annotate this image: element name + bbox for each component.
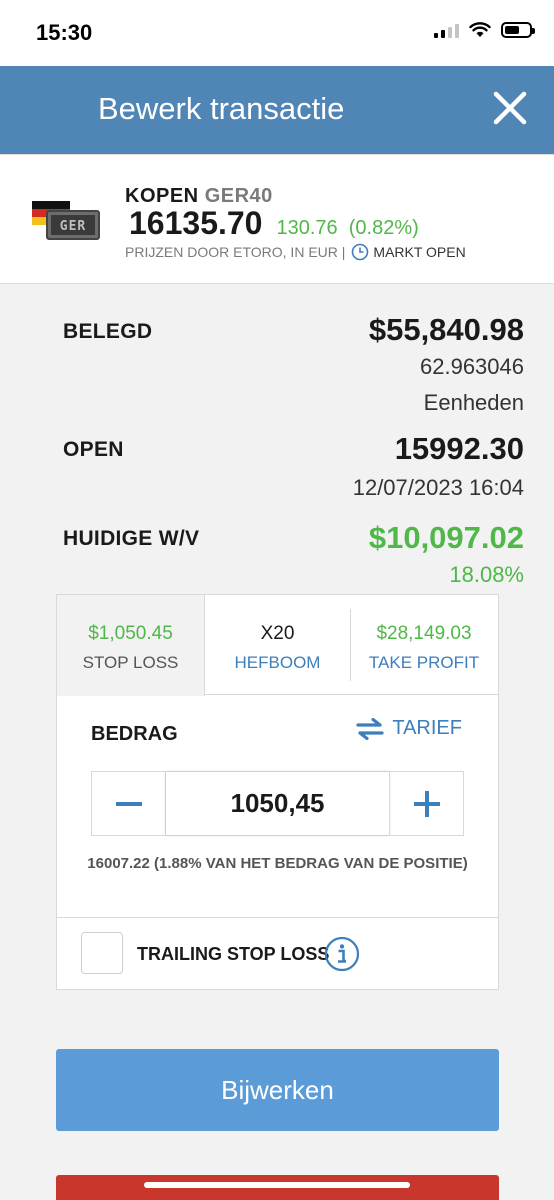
increase-button[interactable]	[389, 772, 463, 835]
price-change-value: 130.76	[276, 217, 338, 239]
rate-label: TARIEF	[392, 717, 462, 739]
pl-value: $10,097.02	[368, 520, 524, 555]
modal-header: Bewerk transactie	[0, 66, 554, 154]
germany-flag-icon: GER	[32, 201, 100, 240]
amount-note: 16007.22 (1.88% VAN HET BEDRAG VAN DE PO…	[87, 855, 468, 872]
price-change-percent: (0.82%)	[348, 217, 419, 239]
instrument-logo-text: GER	[60, 219, 86, 234]
trailing-stop-loss-label: TRAILING STOP LOSS	[137, 944, 330, 964]
units-label: Eenheden	[423, 390, 524, 415]
page-title: Bewerk transactie	[98, 91, 345, 126]
status-time: 15:30	[36, 20, 93, 45]
price-change: 130.76 (0.82%)	[276, 217, 418, 240]
pl-block: $10,097.02 18.08%	[369, 520, 524, 588]
status-icons	[434, 22, 535, 38]
minus-icon	[115, 801, 142, 806]
tab-stop-loss[interactable]: $1,050.45 STOP LOSS	[57, 595, 205, 696]
stop-loss-value: $1,050.45	[88, 623, 173, 644]
tab-leverage[interactable]: X20 HEFBOOM	[205, 595, 350, 695]
invested-label: BELEGD	[63, 320, 153, 343]
leverage-value: X20	[260, 623, 295, 644]
invested-value: $55,840.98	[368, 312, 524, 347]
clock-icon	[352, 243, 369, 261]
tab-take-profit[interactable]: $28,149.03 TAKE PROFIT	[350, 595, 498, 695]
open-label: OPEN	[63, 438, 124, 461]
decrease-button[interactable]	[92, 772, 166, 835]
market-status: MARKT OPEN	[373, 244, 466, 260]
amount-label: BEDRAG	[91, 723, 178, 745]
trailing-stop-loss-checkbox[interactable]	[81, 932, 123, 974]
units-value: 62.963046	[420, 354, 524, 379]
leverage-label: HEFBOOM	[234, 653, 321, 672]
settings-tabs: $1,050.45 STOP LOSS X20 HEFBOOM $28,149.…	[57, 595, 498, 696]
swap-arrows-icon	[356, 717, 384, 740]
close-icon[interactable]	[492, 90, 528, 126]
instrument-price: 16135.70	[129, 205, 263, 241]
instrument-price-row: 16135.70 130.76 (0.82%)	[129, 205, 419, 242]
open-datetime: 12/07/2023 16:04	[352, 475, 524, 500]
pl-percent: 18.08%	[449, 562, 524, 587]
price-source: PRIJZEN DOOR ETORO, IN EUR |	[125, 244, 346, 260]
price-source-row: PRIJZEN DOOR ETORO, IN EUR | MARKT OPEN	[125, 243, 466, 261]
trade-action: KOPEN	[125, 185, 199, 207]
amount-input[interactable]	[166, 772, 389, 835]
rate-toggle-button[interactable]: TARIEF	[356, 717, 462, 740]
status-bar: 15:30	[0, 0, 554, 66]
instrument-panel: GER KOPEN GER40 16135.70 130.76 (0.82%) …	[0, 154, 554, 284]
update-button[interactable]: Bijwerken	[56, 1049, 499, 1131]
take-profit-value: $28,149.03	[376, 623, 472, 644]
take-profit-label: TAKE PROFIT	[368, 653, 480, 672]
cellular-signal-icon	[434, 22, 459, 38]
plus-icon	[413, 790, 440, 817]
open-value: 15992.30	[394, 431, 524, 466]
open-block: 15992.30 12/07/2023 16:04	[353, 431, 524, 501]
instrument-symbol: GER40	[204, 185, 273, 207]
home-indicator	[144, 1182, 410, 1188]
stop-loss-label: STOP LOSS	[82, 653, 179, 672]
trade-settings-card: $1,050.45 STOP LOSS X20 HEFBOOM $28,149.…	[56, 594, 499, 990]
wifi-icon	[469, 22, 491, 37]
info-icon[interactable]	[324, 936, 360, 972]
amount-stepper	[91, 771, 464, 836]
trailing-stop-loss-row: TRAILING STOP LOSS	[57, 917, 498, 989]
battery-icon	[501, 22, 535, 38]
pl-label: HUIDIGE W/V	[63, 527, 200, 550]
invested-block: $55,840.98 62.963046 Eenheden	[369, 312, 524, 416]
